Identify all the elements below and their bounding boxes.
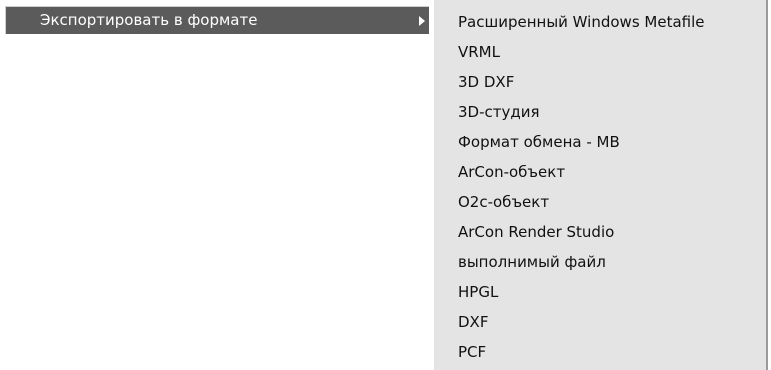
submenu-item-hpgl[interactable]: HPGL <box>434 277 768 307</box>
submenu-list: Расширенный Windows Metafile VRML 3D DXF… <box>434 7 768 367</box>
submenu-arrow-icon <box>419 16 425 26</box>
submenu-item-vrml[interactable]: VRML <box>434 37 768 67</box>
submenu-item-pcf[interactable]: PCF <box>434 337 768 367</box>
submenu-item-arcon-render-studio[interactable]: ArCon Render Studio <box>434 217 768 247</box>
submenu-item-3d-dxf[interactable]: 3D DXF <box>434 67 768 97</box>
screen: Экспортировать в формате Расширенный Win… <box>0 0 771 370</box>
menu-item-label: Экспортировать в формате <box>40 11 258 29</box>
export-format-submenu: Расширенный Windows Metafile VRML 3D DXF… <box>432 0 768 370</box>
submenu-item-emf[interactable]: Расширенный Windows Metafile <box>434 7 768 37</box>
submenu-item-dxf[interactable]: DXF <box>434 307 768 337</box>
submenu-item-o2c-object[interactable]: O2c-объект <box>434 187 768 217</box>
submenu-item-3d-studio[interactable]: 3D-студия <box>434 97 768 127</box>
submenu-item-executable-file[interactable]: выполнимый файл <box>434 247 768 277</box>
submenu-item-arcon-object[interactable]: ArCon-объект <box>434 157 768 187</box>
menu-item-export-as[interactable]: Экспортировать в формате <box>5 6 429 34</box>
submenu-item-exchange-format-mb[interactable]: Формат обмена - МВ <box>434 127 768 157</box>
